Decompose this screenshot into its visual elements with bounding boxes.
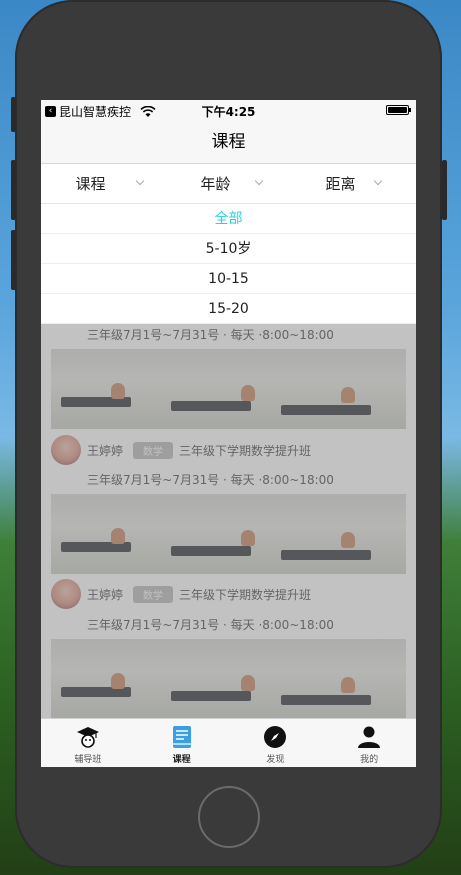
compass-icon [264, 726, 287, 748]
volume-up-button [11, 160, 16, 220]
dim-overlay[interactable] [41, 324, 416, 718]
filter-age[interactable]: 年龄 [166, 164, 291, 203]
tab-label: 课程 [172, 755, 191, 765]
book-icon [172, 726, 191, 748]
tab-label: 辅导班 [74, 755, 102, 765]
page-title: 课程 [41, 120, 416, 164]
tab-mine[interactable]: 我的 [322, 719, 416, 767]
chevron-down-icon [254, 176, 264, 186]
status-time: 下午4:25 [201, 105, 256, 119]
power-button [442, 160, 447, 220]
person-icon [358, 726, 381, 748]
filter-distance-label: 距离 [325, 175, 356, 193]
chevron-down-icon [135, 176, 145, 186]
dropdown-option-15-20[interactable]: 15-20 [41, 294, 416, 324]
dropdown-option-10-15[interactable]: 10-15 [41, 264, 416, 294]
mute-switch [11, 97, 16, 132]
graduation-cap-icon [76, 727, 99, 748]
status-bar: ‹ 昆山智慧疾控 下午4:25 [41, 100, 416, 120]
tab-discover[interactable]: 发现 [229, 719, 323, 767]
filter-course[interactable]: 课程 [41, 164, 166, 203]
filter-distance[interactable]: 距离 [291, 164, 416, 203]
tab-label: 我的 [360, 755, 379, 765]
battery-icon [386, 105, 411, 115]
filter-bar: 课程 年龄 距离 [41, 164, 416, 204]
app-screen: ‹ 昆山智慧疾控 下午4:25 课程 课程 年龄 距离 全部 5-10岁 10-… [41, 100, 416, 767]
filter-course-label: 课程 [75, 175, 106, 193]
tab-tutoring[interactable]: 辅导班 [41, 719, 135, 767]
tab-bar: 辅导班 课程 发现 我的 [41, 718, 416, 767]
chevron-down-icon [373, 176, 383, 186]
tab-label: 发现 [266, 755, 285, 765]
dropdown-option-all[interactable]: 全部 [41, 204, 416, 234]
tab-courses[interactable]: 课程 [135, 719, 229, 767]
volume-down-button [11, 230, 16, 290]
home-button[interactable] [198, 786, 260, 848]
dropdown-option-5-10[interactable]: 5-10岁 [41, 234, 416, 264]
filter-age-label: 年龄 [200, 175, 231, 193]
